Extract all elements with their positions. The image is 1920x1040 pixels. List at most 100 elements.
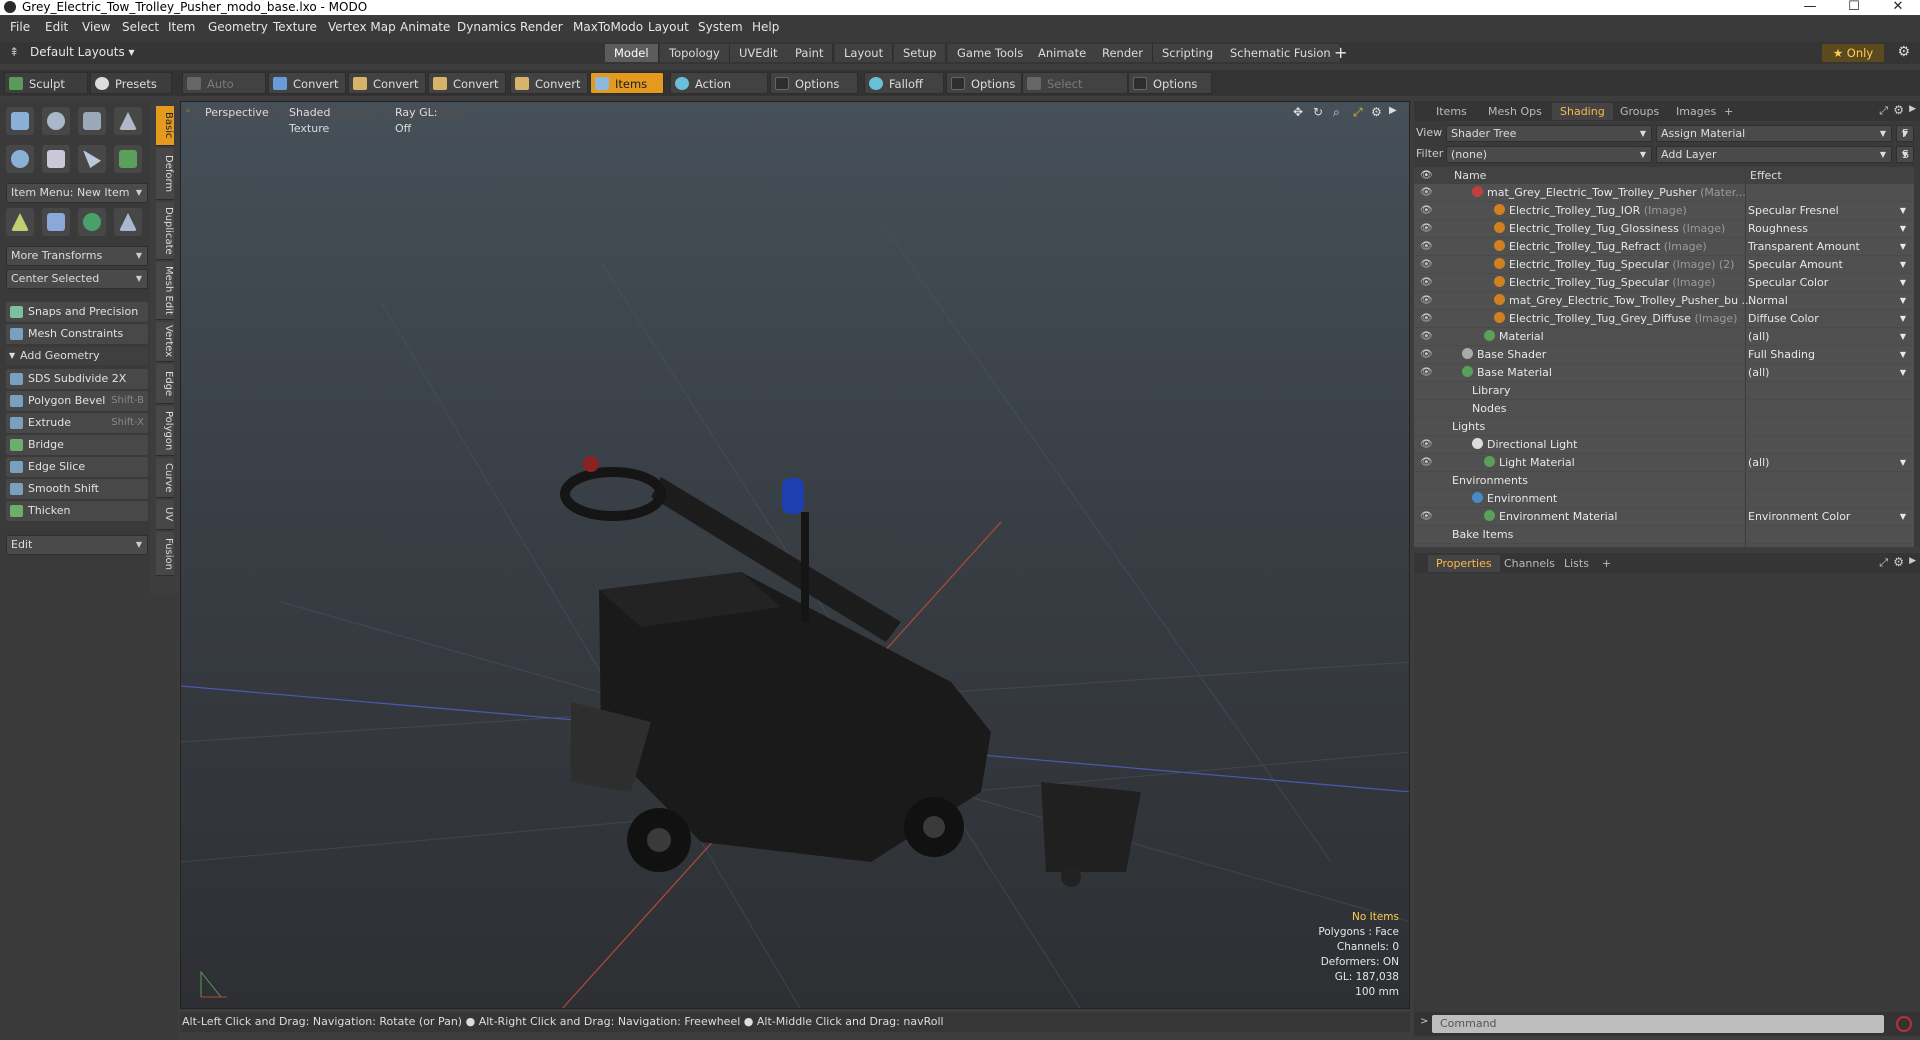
tab-render[interactable]: Render [1093,44,1153,62]
vtab-uv[interactable]: UV [156,500,174,530]
assign-material-button[interactable]: Assign Material [1656,125,1892,142]
properties-expand-icon[interactable]: ⤢ [1879,556,1888,570]
effect-dropdown-icon[interactable]: ▼ [1900,274,1906,292]
effect-value[interactable]: Normal [1748,292,1788,310]
name-column-header[interactable]: Name [1454,167,1486,184]
menu-layout[interactable]: Layout [648,20,689,34]
menu-select[interactable]: Select [122,20,159,34]
gear-icon[interactable]: ⚙ [1897,44,1910,60]
effect-dropdown-icon[interactable]: ▼ [1900,256,1906,274]
effect-value[interactable]: Environment Color [1748,508,1850,526]
effect-value[interactable]: Specular Amount [1748,256,1843,274]
effect-value[interactable]: Specular Color [1748,274,1828,292]
properties-menu-icon[interactable]: ▶ [1909,556,1916,566]
tab-channels[interactable]: Channels [1496,555,1563,572]
s-button[interactable]: S [1896,146,1914,163]
default-layouts-dropdown[interactable]: Default Layouts ▾ [30,45,135,59]
cone-primitive-button[interactable] [114,107,142,135]
shader-tree-row[interactable]: 👁 Environment Material Environment Color ▼ [1414,508,1914,526]
visibility-eye-icon[interactable]: 👁 [1420,349,1433,361]
select-through-button[interactable]: Select Through [1022,72,1128,113]
cube-primitive-button[interactable] [6,107,34,135]
add-tab-plus-icon[interactable]: + [1334,43,1347,62]
shader-tree-row[interactable]: Library [1414,382,1914,400]
visibility-eye-icon[interactable]: 👁 [1420,277,1433,289]
action-center-button[interactable]: Action Center [670,72,768,113]
options-button-1[interactable]: Options [770,72,858,94]
effect-column-header[interactable]: Effect [1750,167,1782,184]
menu-view[interactable]: View [82,20,110,34]
menu-maxtomodo[interactable]: MaxToModo [573,20,643,34]
convert-button-4[interactable]: Convert [510,72,588,94]
add-geometry-section[interactable]: ▼ Add Geometry [6,347,148,365]
effect-value[interactable]: Roughness [1748,220,1808,238]
shader-tree-row[interactable]: 👁 Electric_Trolley_Tug_Grey_Diffuse (Imag… [1414,310,1914,328]
shader-tree-row[interactable]: 👁 Electric_Trolley_Tug_IOR (Image) Specula… [1414,202,1914,220]
shader-tree-row[interactable]: 👁 Light Material (all) ▼ [1414,454,1914,472]
menu-render[interactable]: Render [520,20,563,34]
tab-game-tools[interactable]: Game Tools [948,44,1034,62]
add-layer-dropdown[interactable]: Add Layer [1656,146,1892,163]
item-menu-dropdown[interactable]: Item Menu: New Item [6,183,148,203]
transform-button[interactable] [6,208,34,236]
shader-tree-row[interactable]: 👁 Directional Light [1414,436,1914,454]
globe-button[interactable] [78,208,106,236]
options-button-3[interactable]: Options [1128,72,1212,94]
falloff-button[interactable]: Falloff [864,72,944,94]
add-panel-tab[interactable]: + [1716,103,1741,120]
visibility-eye-icon[interactable]: 👁 [1420,511,1433,523]
menu-file[interactable]: File [10,20,30,34]
effect-value[interactable]: Transparent Amount [1748,238,1860,256]
visibility-eye-icon[interactable]: 👁 [1420,457,1433,469]
menu-system[interactable]: System [698,20,743,34]
effect-value[interactable]: Full Shading [1748,346,1815,364]
vtab-vertex[interactable]: Vertex [156,322,174,362]
tool-edge-slice[interactable]: Edge Slice [6,457,148,477]
tab-mesh-ops[interactable]: Mesh Ops [1480,103,1550,120]
capsule-primitive-button[interactable] [42,145,70,173]
layout-arrow-icon[interactable]: ⇞ [9,45,19,59]
visibility-eye-icon[interactable]: 👁 [1420,187,1433,199]
tab-setup[interactable]: Setup [894,44,947,62]
more-transforms-dropdown[interactable]: More Transforms [6,246,148,266]
tool-smooth-shift[interactable]: Smooth Shift [6,479,148,499]
menu-geometry[interactable]: Geometry [208,20,268,34]
options-button-2[interactable]: Options [946,72,1022,94]
visibility-eye-icon[interactable]: 👁 [1420,313,1433,325]
auto-select-button[interactable]: Auto Select [182,72,266,113]
effect-value[interactable]: Diffuse Color [1748,310,1819,328]
convert-button-3[interactable]: Convert [428,72,506,94]
tool-sds-subdivide[interactable]: SDS Subdivide 2X [6,369,148,389]
panel-expand-icon[interactable]: ⤢ [1879,104,1888,118]
effect-dropdown-icon[interactable]: ▼ [1900,310,1906,328]
effect-dropdown-icon[interactable]: ▼ [1900,220,1906,238]
effect-value[interactable]: (all) [1748,454,1769,472]
close-button[interactable]: ✕ [1876,0,1920,15]
shader-tree-row[interactable]: 👁 Electric_Trolley_Tug_Specular (Image) Sp… [1414,274,1914,292]
menu-animate[interactable]: Animate [400,20,450,34]
shader-tree-row[interactable]: Environment [1414,490,1914,508]
pen-tool-button[interactable] [78,145,106,173]
menu-item[interactable]: Item [168,20,195,34]
text-tool-button[interactable] [114,145,142,173]
presets-button[interactable]: Presets F6 [90,72,172,113]
effect-dropdown-icon[interactable]: ▼ [1900,364,1906,382]
minimize-button[interactable]: — [1788,0,1832,15]
tab-paint[interactable]: Paint [786,44,834,62]
menu-dynamics[interactable]: Dynamics [457,20,516,34]
panel-menu-icon[interactable]: ▶ [1909,104,1916,114]
tab-items[interactable]: Items [1428,103,1475,120]
shader-tree-row[interactable]: 👁 Base Shader Full Shading ▼ [1414,346,1914,364]
vtab-duplicate[interactable]: Duplicate [156,202,174,260]
view-dropdown[interactable]: Shader Tree [1446,125,1652,142]
visibility-eye-icon[interactable]: 👁 [1420,223,1433,235]
effect-dropdown-icon[interactable]: ▼ [1900,346,1906,364]
menu-help[interactable]: Help [752,20,779,34]
maximize-button[interactable]: ☐ [1832,0,1876,15]
shader-tree-row[interactable]: 👁 Electric_Trolley_Tug_Refract (Image) Tra… [1414,238,1914,256]
3d-viewport[interactable]: ◦ Perspective Shaded Texture Ray GL: Off… [180,101,1410,1009]
shader-tree-row[interactable]: 👁 mat_Grey_Electric_Tow_Trolley_Pusher_bu… [1414,292,1914,310]
visibility-eye-icon[interactable]: 👁 [1420,241,1433,253]
shader-tree-row[interactable]: Environments [1414,472,1914,490]
convert-button-1[interactable]: Convert [268,72,346,94]
